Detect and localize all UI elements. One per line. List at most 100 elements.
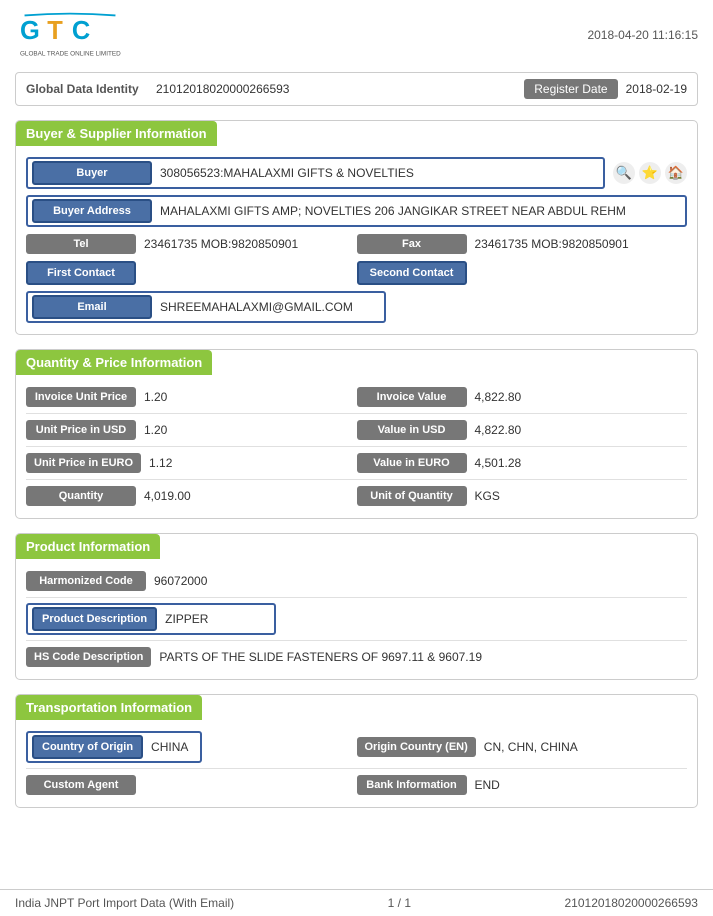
euro-row: Unit Price in EURO 1.12 Value in EURO 4,… [16,449,697,477]
tel-value: 23461735 MOB:9820850901 [136,237,357,251]
register-date-label: Register Date [524,79,617,99]
fax-label: Fax [357,234,467,254]
datetime: 2018-04-20 11:16:15 [587,28,698,42]
contacts-row: First Contact Second Contact [16,258,697,288]
buyer-supplier-header: Buyer & Supplier Information [16,121,217,146]
invoice-value-value: 4,822.80 [467,390,688,404]
first-contact-col: First Contact [26,261,357,285]
product-description-label: Product Description [32,607,157,631]
country-origin-row: Country of Origin CHINA Origin Country (… [16,728,697,766]
tel-label: Tel [26,234,136,254]
invoice-unit-price-col: Invoice Unit Price 1.20 [26,387,357,407]
custom-agent-label: Custom Agent [26,775,136,795]
usd-row: Unit Price in USD 1.20 Value in USD 4,82… [16,416,697,444]
quantity-col: Quantity 4,019.00 [26,486,357,506]
star-icon[interactable]: ⭐ [639,162,661,184]
unit-price-euro-label: Unit Price in EURO [26,453,141,473]
footer: India JNPT Port Import Data (With Email)… [0,889,713,916]
quantity-row: Quantity 4,019.00 Unit of Quantity KGS [16,482,697,510]
invoice-value-label: Invoice Value [357,387,467,407]
unit-price-usd-col: Unit Price in USD 1.20 [26,420,357,440]
buyer-value: 308056523:MAHALAXMI GIFTS & NOVELTIES [152,166,599,180]
unit-price-euro-col: Unit Price in EURO 1.12 [26,453,357,473]
country-origin-value: CHINA [143,740,196,754]
quantity-price-header: Quantity & Price Information [16,350,212,375]
custom-bank-row: Custom Agent Bank Information END [16,771,697,799]
svg-text:G: G [20,17,40,45]
unit-price-euro-value: 1.12 [141,456,356,470]
product-description-value: ZIPPER [157,612,270,626]
fax-value: 23461735 MOB:9820850901 [467,237,688,251]
svg-text:C: C [72,17,90,45]
hs-code-label: HS Code Description [26,647,151,667]
unit-price-usd-value: 1.20 [136,423,357,437]
origin-country-en-value: CN, CHN, CHINA [476,740,687,754]
fax-col: Fax 23461735 MOB:9820850901 [357,234,688,254]
logo-area: G T C GLOBAL TRADE ONLINE LIMITED [15,10,125,60]
value-usd-col: Value in USD 4,822.80 [357,420,688,440]
svg-text:GLOBAL TRADE ONLINE LIMITED: GLOBAL TRADE ONLINE LIMITED [20,50,121,57]
buyer-icons: 🔍 ⭐ 🏠 [613,162,687,184]
logo-icon: G T C GLOBAL TRADE ONLINE LIMITED [15,10,125,60]
harmonized-code-row: Harmonized Code 96072000 [16,567,697,595]
quantity-label: Quantity [26,486,136,506]
quantity-value: 4,019.00 [136,489,357,503]
origin-country-en-col: Origin Country (EN) CN, CHN, CHINA [357,737,688,757]
product-info-section: Product Information Harmonized Code 9607… [15,533,698,680]
harmonized-code-value: 96072000 [146,574,687,588]
value-euro-label: Value in EURO [357,453,467,473]
transportation-header: Transportation Information [16,695,202,720]
country-origin-label: Country of Origin [32,735,143,759]
product-description-row: Product Description ZIPPER [16,600,697,638]
gdi-value: 21012018020000266593 [156,82,524,96]
email-value: SHREEMAHALAXMI@GMAIL.COM [152,300,380,314]
transportation-section: Transportation Information Country of Or… [15,694,698,808]
buyer-label: Buyer [32,161,152,185]
invoice-unit-price-value: 1.20 [136,390,357,404]
invoice-value-col: Invoice Value 4,822.80 [357,387,688,407]
custom-agent-col: Custom Agent [26,775,357,795]
unit-of-quantity-label: Unit of Quantity [357,486,467,506]
product-info-header: Product Information [16,534,160,559]
email-label: Email [32,295,152,319]
value-euro-col: Value in EURO 4,501.28 [357,453,688,473]
hs-code-value: PARTS OF THE SLIDE FASTENERS OF 9697.11 … [151,650,687,664]
value-euro-value: 4,501.28 [467,456,688,470]
first-contact-label: First Contact [26,261,136,285]
global-identity-row: Global Data Identity 2101201802000026659… [15,72,698,106]
buyer-supplier-section: Buyer & Supplier Information Buyer 30805… [15,120,698,335]
bank-info-value: END [467,778,688,792]
gdi-label: Global Data Identity [26,82,156,96]
buyer-row: Buyer 308056523:MAHALAXMI GIFTS & NOVELT… [16,154,697,192]
header: G T C GLOBAL TRADE ONLINE LIMITED 2018-0… [15,10,698,60]
unit-of-quantity-value: KGS [467,489,688,503]
origin-country-en-label: Origin Country (EN) [357,737,476,757]
register-date-value: 2018-02-19 [626,82,687,96]
tel-fax-row: Tel 23461735 MOB:9820850901 Fax 23461735… [16,230,697,258]
buyer-address-row: Buyer Address MAHALAXMI GIFTS AMP; NOVEL… [16,192,697,230]
search-icon[interactable]: 🔍 [613,162,635,184]
hs-code-row: HS Code Description PARTS OF THE SLIDE F… [16,643,697,671]
unit-of-quantity-col: Unit of Quantity KGS [357,486,688,506]
footer-right: 21012018020000266593 [565,896,698,910]
second-contact-label: Second Contact [357,261,467,285]
invoice-unit-price-label: Invoice Unit Price [26,387,136,407]
value-usd-value: 4,822.80 [467,423,688,437]
tel-col: Tel 23461735 MOB:9820850901 [26,234,357,254]
email-row: Email SHREEMAHALAXMI@GMAIL.COM [16,288,697,326]
bank-info-col: Bank Information END [357,775,688,795]
unit-price-usd-label: Unit Price in USD [26,420,136,440]
quantity-price-section: Quantity & Price Information Invoice Uni… [15,349,698,519]
svg-text:T: T [47,17,63,45]
buyer-address-value: MAHALAXMI GIFTS AMP; NOVELTIES 206 JANGI… [152,204,681,218]
second-contact-col: Second Contact [357,261,688,285]
bank-info-label: Bank Information [357,775,467,795]
country-origin-col: Country of Origin CHINA [26,731,357,763]
harmonized-code-label: Harmonized Code [26,571,146,591]
buyer-address-label: Buyer Address [32,199,152,223]
footer-left: India JNPT Port Import Data (With Email) [15,896,234,910]
invoice-row: Invoice Unit Price 1.20 Invoice Value 4,… [16,383,697,411]
home-icon[interactable]: 🏠 [665,162,687,184]
value-usd-label: Value in USD [357,420,467,440]
footer-center: 1 / 1 [388,896,411,910]
